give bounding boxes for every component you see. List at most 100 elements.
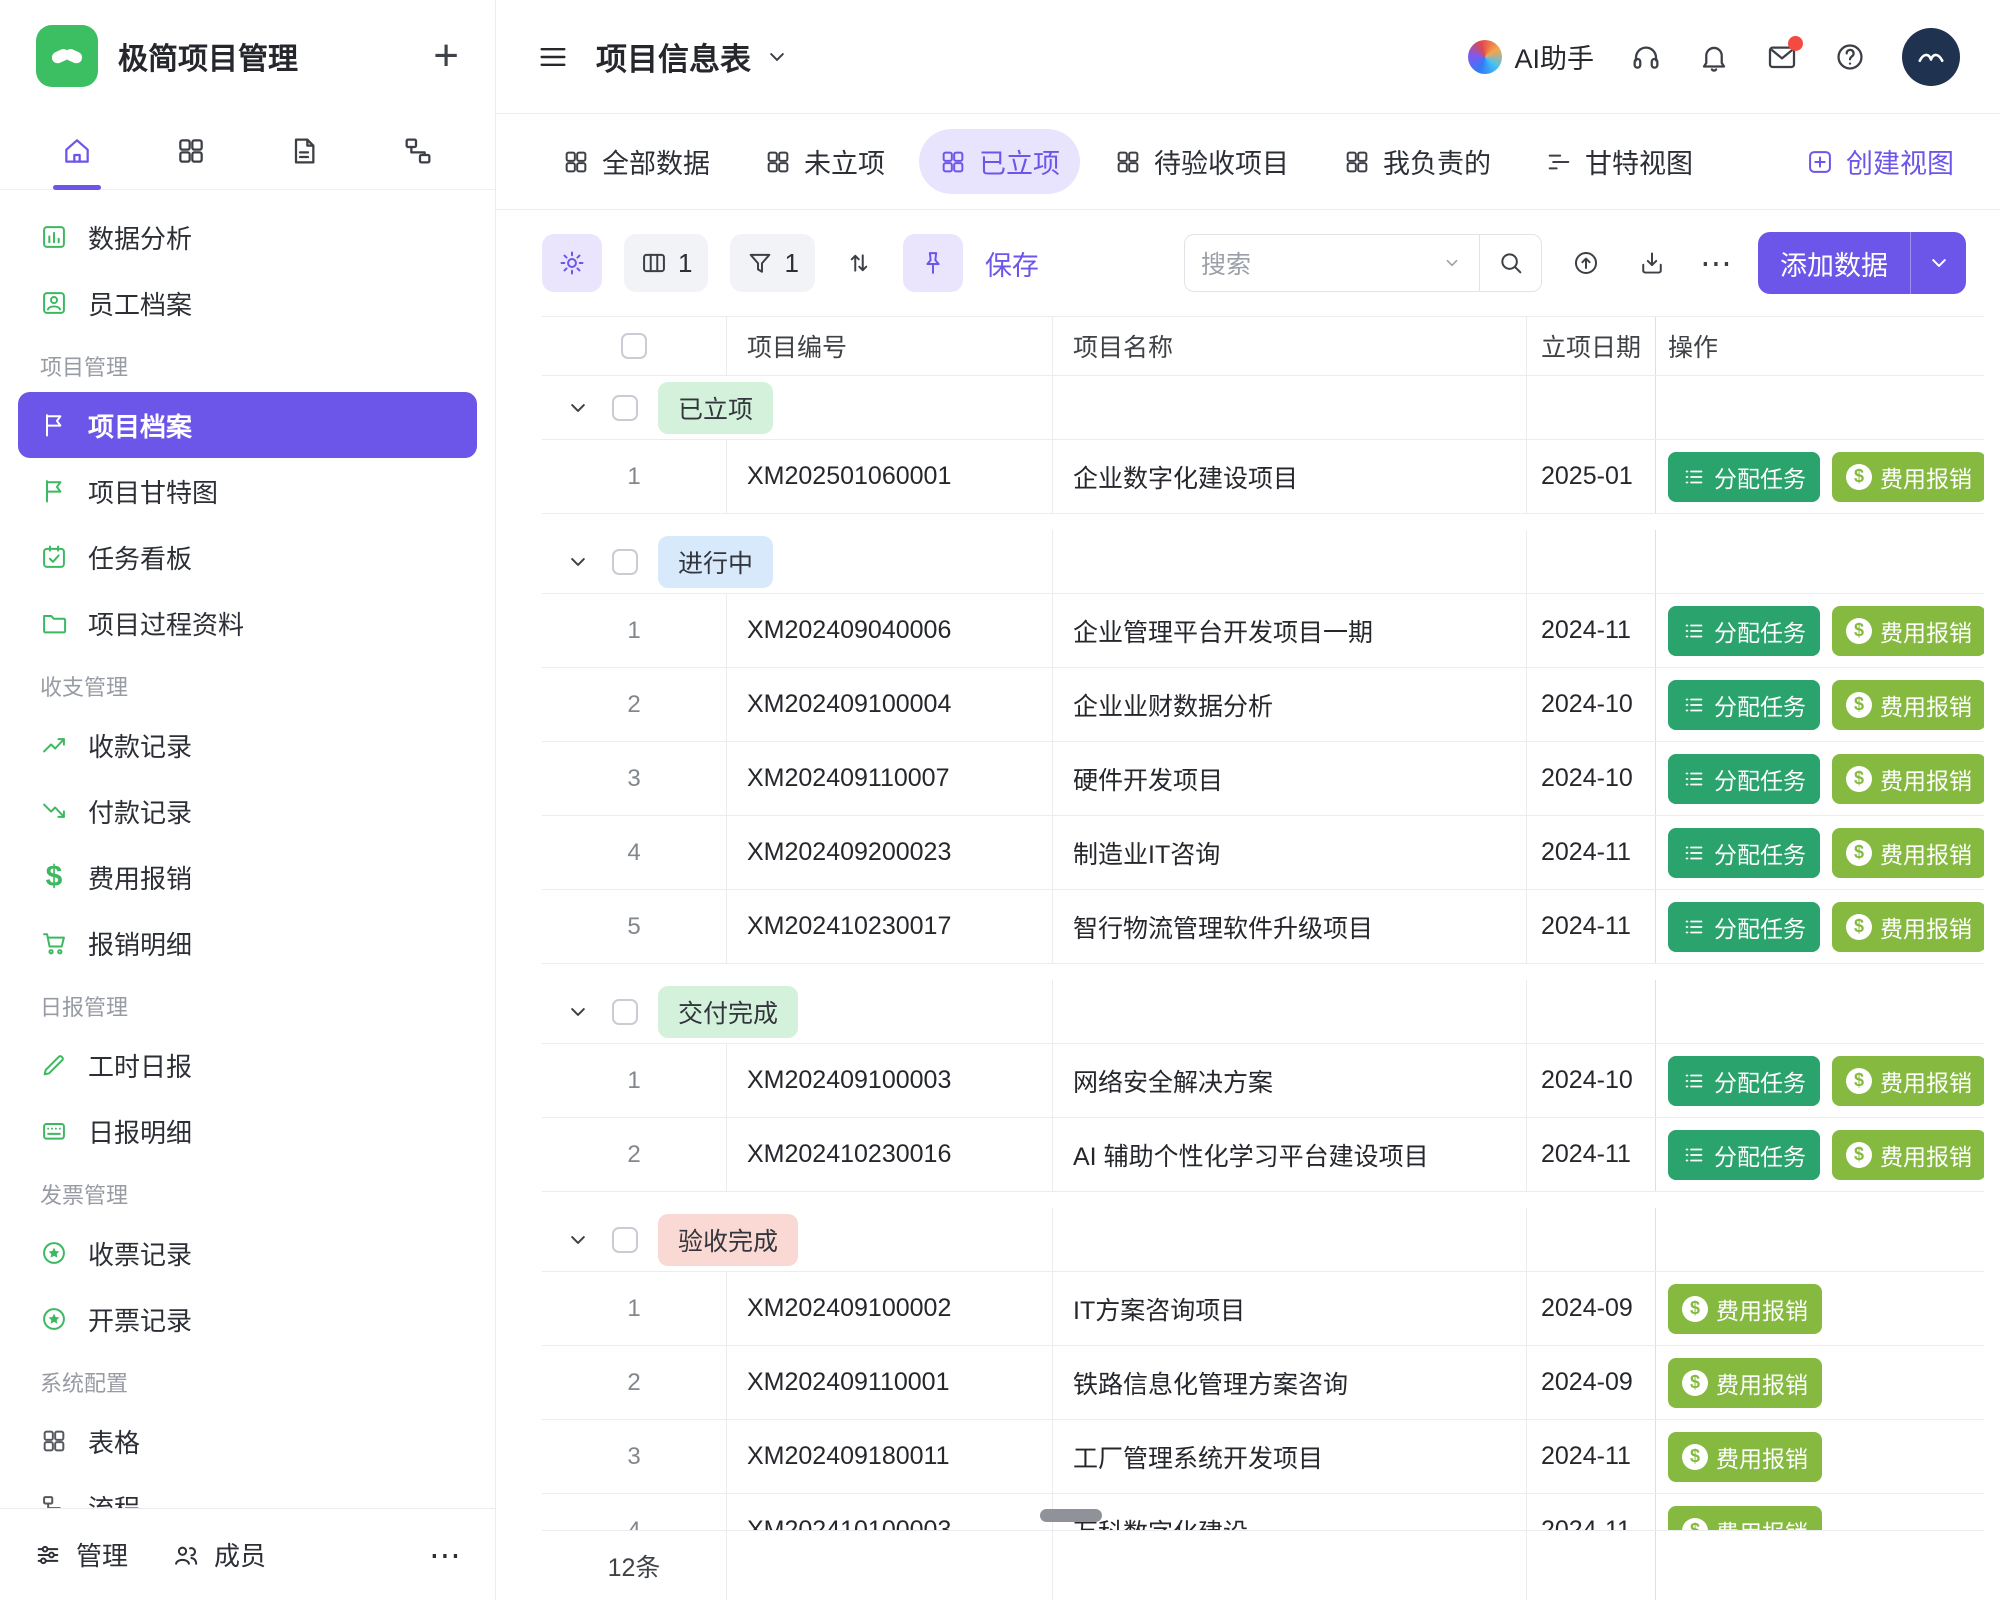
column-header-ops[interactable]: 操作: [1655, 317, 1984, 375]
add-data-button[interactable]: 添加数据: [1758, 232, 1966, 294]
sidebar-item-invoice-issued[interactable]: 开票记录: [18, 1286, 477, 1352]
sidebar-item-receipts[interactable]: 收款记录: [18, 712, 477, 778]
add-app-button[interactable]: +: [433, 34, 459, 78]
sidebar-item-project-files[interactable]: 项目档案: [18, 392, 477, 458]
assign-task-button[interactable]: 分配任务: [1668, 680, 1820, 730]
group-checkbox[interactable]: [612, 395, 638, 421]
expense-button[interactable]: $费用报销: [1832, 452, 1984, 502]
view-tab-initiated[interactable]: 已立项: [919, 129, 1080, 194]
sidebar-item-employee-files[interactable]: 员工档案: [18, 270, 477, 336]
import-button[interactable]: [1564, 234, 1608, 292]
sidebar-item-daily-details[interactable]: 日报明细: [18, 1098, 477, 1164]
assign-task-button[interactable]: 分配任务: [1668, 1056, 1820, 1106]
table-row[interactable]: 4 XM202409200023 制造业IT咨询 2024-11 分配任务 $费…: [542, 816, 1984, 890]
column-header-code[interactable]: 项目编号: [727, 317, 1053, 375]
search-input[interactable]: 搜索: [1185, 245, 1479, 281]
collapse-group-icon[interactable]: [564, 394, 592, 422]
sidebar-item-expense-details[interactable]: 报销明细: [18, 910, 477, 976]
sidebar-item-daily-report[interactable]: 工时日报: [18, 1032, 477, 1098]
table-row[interactable]: 3 XM202409110007 硬件开发项目 2024-10 分配任务 $费用…: [542, 742, 1984, 816]
sidebar-item-invoice-received[interactable]: 收票记录: [18, 1220, 477, 1286]
assign-task-button[interactable]: 分配任务: [1668, 452, 1820, 502]
pin-button[interactable]: [903, 234, 963, 292]
expense-button[interactable]: $费用报销: [1832, 902, 1984, 952]
expense-button[interactable]: $费用报销: [1668, 1432, 1822, 1482]
group-header[interactable]: 交付完成: [542, 980, 1984, 1044]
save-button[interactable]: 保存: [985, 244, 1039, 283]
group-checkbox[interactable]: [612, 999, 638, 1025]
collapse-group-icon[interactable]: [564, 548, 592, 576]
sort-button[interactable]: [837, 234, 881, 292]
sidebar-item-flows[interactable]: 流程: [18, 1474, 477, 1508]
expense-button[interactable]: $费用报销: [1668, 1284, 1822, 1334]
sidebar-item-expense[interactable]: $费用报销: [18, 844, 477, 910]
group-checkbox[interactable]: [612, 1227, 638, 1253]
group-header[interactable]: 进行中: [542, 530, 1984, 594]
notifications-button[interactable]: [1698, 41, 1730, 73]
horizontal-scrollbar[interactable]: [1040, 1509, 1102, 1522]
expense-button[interactable]: $费用报销: [1832, 680, 1984, 730]
create-view-button[interactable]: 创建视图: [1806, 142, 1954, 181]
collapse-group-icon[interactable]: [564, 1226, 592, 1254]
expense-button[interactable]: $费用报销: [1832, 606, 1984, 656]
expense-button[interactable]: $费用报销: [1832, 1130, 1984, 1180]
assign-task-button[interactable]: 分配任务: [1668, 828, 1820, 878]
avatar[interactable]: [1902, 28, 1960, 86]
assign-task-button[interactable]: 分配任务: [1668, 606, 1820, 656]
filter-button[interactable]: 1: [730, 234, 814, 292]
assign-task-button[interactable]: 分配任务: [1668, 754, 1820, 804]
sidebar-item-data-analysis[interactable]: 数据分析: [18, 204, 477, 270]
view-tab-my-projects[interactable]: 我负责的: [1323, 129, 1511, 194]
collapse-group-icon[interactable]: [564, 998, 592, 1026]
export-button[interactable]: [1630, 234, 1674, 292]
sidebar-tab-flows[interactable]: [382, 112, 454, 190]
table-row[interactable]: 1 XM202409040006 企业管理平台开发项目一期 2024-11 分配…: [542, 594, 1984, 668]
table-row[interactable]: 1 XM202501060001 企业数字化建设项目 2025-01 分配任务 …: [542, 440, 1984, 514]
table-row[interactable]: 1 XM202409100003 网络安全解决方案 2024-10 分配任务 $…: [542, 1044, 1984, 1118]
view-tab-not-initiated[interactable]: 未立项: [744, 129, 905, 194]
view-tab-pending-acceptance[interactable]: 待验收项目: [1094, 129, 1309, 194]
table-row[interactable]: 5 XM202410230017 智行物流管理软件升级项目 2024-11 分配…: [542, 890, 1984, 964]
sidebar-item-payments[interactable]: 付款记录: [18, 778, 477, 844]
expense-button[interactable]: $费用报销: [1668, 1358, 1822, 1408]
sidebar-tab-home[interactable]: [41, 112, 113, 190]
assign-task-button[interactable]: 分配任务: [1668, 902, 1820, 952]
manage-button[interactable]: 管理: [34, 1536, 128, 1573]
fields-config-button[interactable]: 1: [624, 234, 708, 292]
expense-button[interactable]: $费用报销: [1832, 828, 1984, 878]
table-row[interactable]: 2 XM202410230016 AI 辅助个性化学习平台建设项目 2024-1…: [542, 1118, 1984, 1192]
column-header-date[interactable]: 立项日期: [1527, 317, 1655, 375]
sidebar-item-project-gantt[interactable]: 项目甘特图: [18, 458, 477, 524]
sidebar-item-project-docs[interactable]: 项目过程资料: [18, 590, 477, 656]
column-header-name[interactable]: 项目名称: [1053, 317, 1527, 375]
sidebar-item-task-board[interactable]: 任务看板: [18, 524, 477, 590]
expense-button[interactable]: $费用报销: [1832, 1056, 1984, 1106]
toolbar-more-button[interactable]: ⋯: [1696, 244, 1736, 282]
menu-toggle-button[interactable]: [536, 40, 570, 74]
table-row[interactable]: 2 XM202409100004 企业业财数据分析 2024-10 分配任务 $…: [542, 668, 1984, 742]
members-button[interactable]: 成员: [172, 1536, 266, 1573]
sidebar-tab-docs[interactable]: [268, 112, 340, 190]
view-tab-all-data[interactable]: 全部数据: [542, 129, 730, 194]
chevron-down-icon[interactable]: [1441, 252, 1463, 274]
table-row[interactable]: 3 XM202409180011 工厂管理系统开发项目 2024-11 $费用报…: [542, 1420, 1984, 1494]
sidebar-tab-tables[interactable]: [155, 112, 227, 190]
sidebar-more-button[interactable]: ⋯: [429, 1536, 461, 1574]
select-all-checkbox[interactable]: [621, 333, 647, 359]
assign-task-button[interactable]: 分配任务: [1668, 1130, 1820, 1180]
inbox-button[interactable]: [1766, 41, 1798, 73]
search-submit-button[interactable]: [1479, 235, 1541, 291]
view-settings-button[interactable]: [542, 234, 602, 292]
group-header[interactable]: 已立项: [542, 376, 1984, 440]
expense-button[interactable]: $费用报销: [1832, 754, 1984, 804]
table-row[interactable]: 2 XM202409110001 铁路信息化管理方案咨询 2024-09 $费用…: [542, 1346, 1984, 1420]
sidebar-item-tables[interactable]: 表格: [18, 1408, 477, 1474]
table-row[interactable]: 1 XM202409100002 IT方案咨询项目 2024-09 $费用报销: [542, 1272, 1984, 1346]
group-checkbox[interactable]: [612, 549, 638, 575]
help-button[interactable]: [1834, 41, 1866, 73]
table-title-dropdown[interactable]: 项目信息表: [596, 34, 791, 79]
group-header[interactable]: 验收完成: [542, 1208, 1984, 1272]
search-box[interactable]: 搜索: [1184, 234, 1542, 292]
add-data-dropdown[interactable]: [1910, 232, 1966, 294]
view-tab-gantt[interactable]: 甘特视图: [1525, 129, 1713, 194]
